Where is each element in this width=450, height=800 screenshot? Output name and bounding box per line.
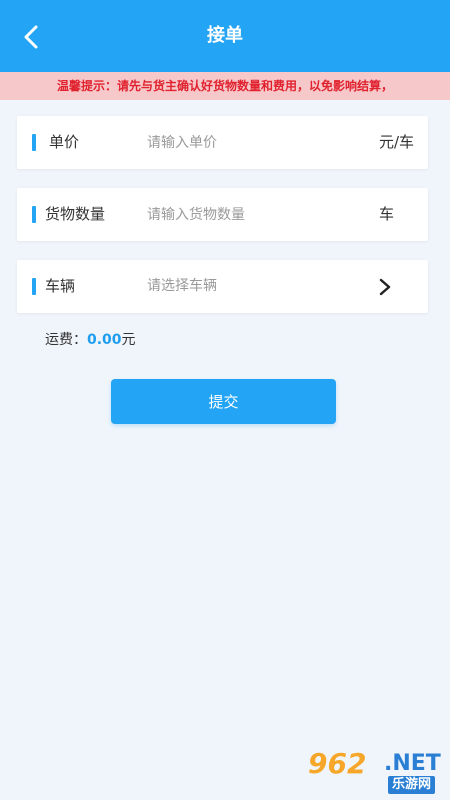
watermark-digits: 962 — [308, 747, 367, 780]
unit-price-unit: 元/车 — [379, 133, 415, 151]
watermark-site-name: 乐游网 — [388, 776, 436, 794]
row-accent-bar — [32, 278, 36, 295]
unit-price-label: 单价 — [49, 133, 80, 151]
quantity-row[interactable]: 货物数量 车 — [17, 188, 428, 241]
freight-label: 运费： — [45, 332, 87, 348]
submit-button[interactable]: 提交 — [111, 379, 336, 424]
vehicle-select[interactable]: 请选择车辆 — [147, 260, 217, 313]
quantity-input[interactable] — [147, 200, 367, 229]
quantity-unit: 车 — [379, 205, 395, 223]
site-watermark: 962 .NET 乐游网 — [308, 748, 448, 796]
row-accent-bar — [32, 134, 36, 151]
freight-summary: 运费：0.00元 — [45, 329, 136, 351]
freight-amount: 0.00 — [87, 332, 122, 348]
page-title: 接单 — [207, 25, 243, 46]
freight-currency: 元 — [121, 332, 136, 348]
vehicle-row[interactable]: 车辆 请选择车辆 — [17, 260, 428, 313]
quantity-label: 货物数量 — [45, 205, 106, 223]
row-accent-bar — [32, 206, 36, 223]
chevron-right-icon[interactable] — [376, 277, 394, 297]
unit-price-input[interactable] — [147, 128, 367, 157]
watermark-domain: .NET — [384, 751, 441, 776]
unit-price-row[interactable]: 单价 元/车 — [17, 116, 428, 169]
vehicle-label: 车辆 — [45, 277, 76, 295]
app-header: 接单 — [0, 0, 450, 72]
warning-notice: 温馨提示：请先与货主确认好货物数量和费用，以免影响结算， — [0, 72, 450, 100]
